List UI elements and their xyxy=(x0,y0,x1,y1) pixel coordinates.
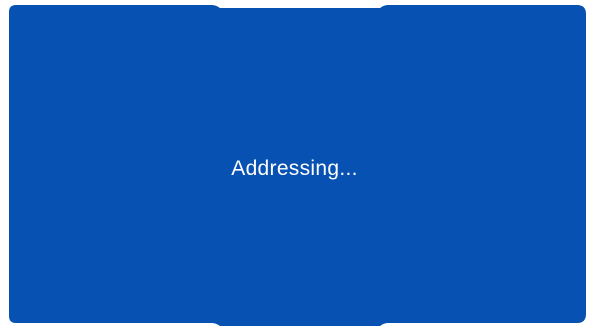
addressing-screen: Addressing... xyxy=(0,0,589,329)
status-message: Addressing... xyxy=(231,157,358,180)
